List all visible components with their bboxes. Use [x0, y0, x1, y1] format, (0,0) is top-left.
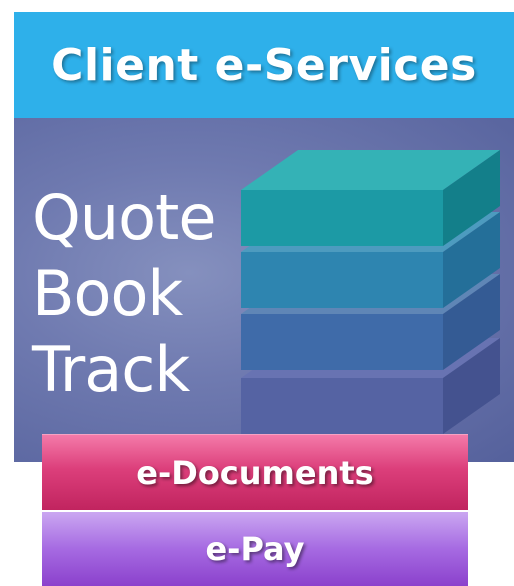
quote-book-track-panel[interactable]: Quote Book Track	[14, 118, 514, 462]
header-title: Client e-Services	[51, 39, 477, 91]
stacked-layers-icon	[241, 150, 500, 434]
header-banner: Client e-Services	[14, 12, 514, 118]
e-documents-label: e-Documents	[136, 453, 374, 492]
e-pay-label: e-Pay	[205, 530, 305, 568]
e-pay-button[interactable]: e-Pay	[42, 512, 468, 586]
e-documents-button[interactable]: e-Documents	[42, 434, 468, 510]
layer-1	[241, 150, 500, 246]
client-eservices-graphic: Client e-Services Quote Book Track e-Doc…	[0, 0, 514, 586]
